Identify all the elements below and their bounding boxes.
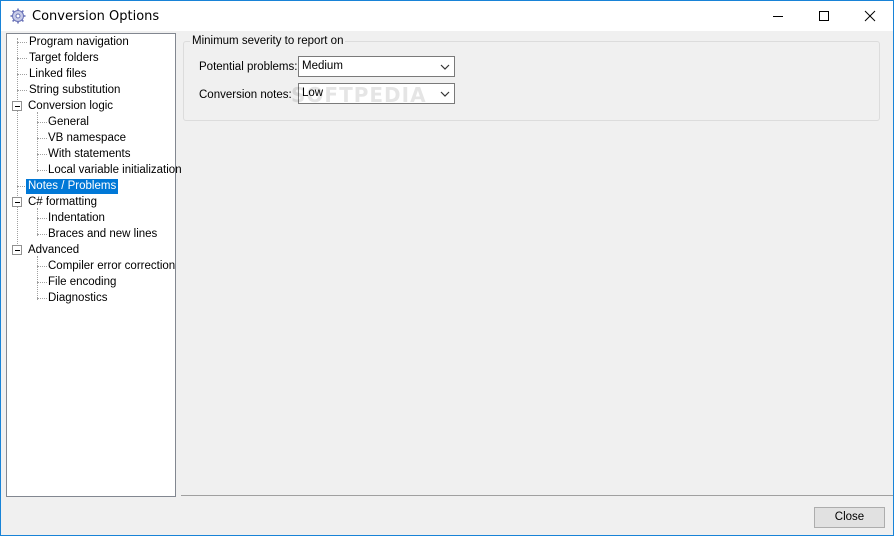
minimize-icon xyxy=(773,16,783,17)
tree-item-linked-files[interactable]: Linked files xyxy=(27,67,89,82)
close-button[interactable]: Close xyxy=(814,507,885,528)
potential-problems-label: Potential problems: xyxy=(199,61,298,73)
tree-item-local-variable-initialization[interactable]: Local variable initialization xyxy=(46,163,184,178)
tree-connector xyxy=(37,112,38,172)
window-title: Conversion Options xyxy=(32,9,160,24)
tree-item-notes-problems[interactable]: Notes / Problems xyxy=(26,179,119,194)
tree-connector xyxy=(17,58,27,59)
tree-item-braces-and-new-lines[interactable]: Braces and new lines xyxy=(46,227,159,242)
chevron-down-icon xyxy=(440,91,450,97)
chevron-down-icon xyxy=(440,64,450,70)
tree-item-diagnostics[interactable]: Diagnostics xyxy=(46,291,109,306)
tree-connector xyxy=(17,38,18,248)
tree-item-indentation[interactable]: Indentation xyxy=(46,211,107,226)
close-window-button[interactable] xyxy=(847,1,893,31)
tree-item-advanced[interactable]: Advanced xyxy=(26,243,81,258)
tree-item-conversion-logic[interactable]: Conversion logic xyxy=(26,99,115,114)
tree-item-program-navigation[interactable]: Program navigation xyxy=(27,35,131,50)
gear-icon xyxy=(10,8,26,24)
minimize-button[interactable] xyxy=(755,1,801,31)
maximize-button[interactable] xyxy=(801,1,847,31)
title-bar[interactable]: Conversion Options xyxy=(1,1,893,31)
close-icon xyxy=(864,10,876,22)
tree-item-csharp-formatting[interactable]: C# formatting xyxy=(26,195,99,210)
tree-item-string-substitution[interactable]: String substitution xyxy=(27,83,122,98)
conversion-notes-dropdown[interactable]: Low xyxy=(298,83,455,104)
conversion-notes-label: Conversion notes: xyxy=(199,89,292,101)
severity-groupbox xyxy=(183,41,880,121)
options-tree[interactable]: Program navigation Target folders Linked… xyxy=(6,33,182,497)
tree-connector xyxy=(37,256,38,300)
maximize-icon xyxy=(819,11,829,21)
tree-item-general[interactable]: General xyxy=(46,115,91,130)
tree-item-file-encoding[interactable]: File encoding xyxy=(46,275,118,290)
tree-item-vb-namespace[interactable]: VB namespace xyxy=(46,131,128,146)
collapse-expander[interactable] xyxy=(12,101,22,111)
conversion-options-window: Conversion Options Program navigation Ta… xyxy=(0,0,894,536)
tree-item-target-folders[interactable]: Target folders xyxy=(27,51,101,66)
conversion-notes-value: Low xyxy=(302,87,324,99)
tree-item-with-statements[interactable]: With statements xyxy=(46,147,132,162)
tree-connector xyxy=(17,42,27,43)
tree-connector xyxy=(17,74,27,75)
tree-item-compiler-error-correction[interactable]: Compiler error correction xyxy=(46,259,177,274)
tree-connector xyxy=(37,208,38,236)
potential-problems-dropdown[interactable]: Medium xyxy=(298,56,455,77)
collapse-expander[interactable] xyxy=(12,245,22,255)
collapse-expander[interactable] xyxy=(12,197,22,207)
tree-connector xyxy=(17,90,27,91)
potential-problems-value: Medium xyxy=(302,60,343,72)
groupbox-caption: Minimum severity to report on xyxy=(190,35,346,47)
panel-divider xyxy=(181,495,893,496)
